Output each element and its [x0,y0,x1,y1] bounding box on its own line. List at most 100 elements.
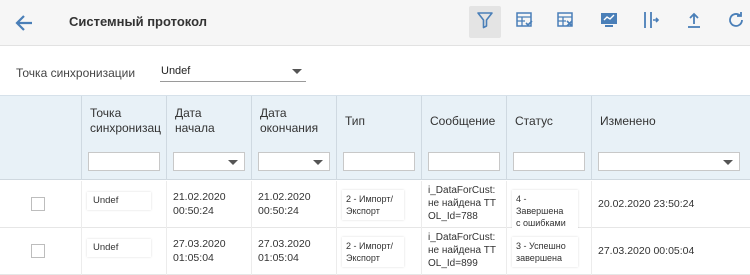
message-text: не найдена ТТ [428,198,497,209]
start-time: 00:50:24 [173,205,214,217]
filter-button[interactable] [469,6,501,38]
column-header-message[interactable]: Сообщение [422,96,507,146]
filter-type-input[interactable] [343,152,415,171]
header-label: Сообщение [430,113,496,128]
end-time: 01:05:04 [258,252,299,264]
row-checkbox[interactable] [31,244,45,258]
changed-cell: 27.03.2020 00:05:04 [592,228,750,275]
filter-cell [252,145,337,180]
column-header-status[interactable]: Статус [507,96,592,146]
upload-icon [684,10,704,35]
status-cell: 4 - Завершена с ошибками [507,181,592,232]
end-date: 21.02.2020 [258,191,311,203]
row-select-cell [0,228,82,275]
header-label: Дата [175,106,202,120]
message-text: OL_Id=788 [428,211,478,222]
start-date-cell: 27.03.2020 01:05:04 [167,228,252,275]
filter-cell [592,145,750,180]
sync-point-value: Undef [161,65,191,77]
status-chip: 4 - Завершена с ошибками [512,190,578,232]
start-date-cell: 21.02.2020 00:50:24 [167,181,252,228]
type-cell: 2 - Импорт/ Экспорт [337,181,422,228]
header-label: Изменено [600,113,656,128]
header-label: начала [175,121,215,135]
split-columns-icon [640,10,660,35]
upload-button[interactable] [678,6,710,38]
header-label: Статус [515,113,553,128]
changed-datetime: 20.02.2020 23:50:24 [598,198,695,210]
changed-cell: 20.02.2020 23:50:24 [592,181,750,228]
status-text: завершена [516,253,563,263]
filter-changed-select[interactable] [598,152,740,171]
grid-check-icon [515,10,535,35]
start-date: 21.02.2020 [173,191,226,203]
type-text: Экспорт [346,253,380,263]
type-text: 2 - Импорт/ [346,241,393,251]
row-select-cell [0,181,82,228]
refresh-icon [726,10,746,35]
header-label: окончания [260,121,319,135]
protocol-table: Точка синхронизац Дата начала Дата окончани… [0,95,750,275]
message-text: i_DataForCust: [428,232,496,243]
status-text: 4 - Завершена [516,194,564,216]
message-cell: i_DataForCust: не найдена ТТ OL_Id=788 [422,181,507,228]
export-screen-icon [599,10,619,35]
header-label: синхронизац [90,121,162,135]
page-title: Системный протокол [69,14,207,29]
type-chip: 2 - Импорт/ Экспорт [342,190,404,220]
sync-point-select[interactable]: Undef [160,62,306,82]
sync-point-cell: Undef [82,228,167,275]
type-text: Экспорт [346,206,380,216]
message-text: OL_Id=899 [428,258,478,269]
filter-status-input[interactable] [513,152,585,171]
filter-cell [82,145,167,180]
message-cell: i_DataForCust: не найдена ТТ OL_Id=899 [422,228,507,275]
filter-message-input[interactable] [428,152,500,171]
status-cell: 3 - Успешно завершена [507,228,592,275]
column-header-start-date[interactable]: Дата начала [167,96,252,146]
filter-row [0,145,750,180]
table-row[interactable]: Undef 27.03.2020 01:05:04 27.03.2020 01:… [0,228,750,275]
filter-cell [337,145,422,180]
column-header-sync-point[interactable]: Точка синхронизац [82,96,167,146]
filter-start-date-select[interactable] [173,152,245,171]
end-date-cell: 27.03.2020 01:05:04 [252,228,337,275]
split-columns-button[interactable] [634,6,666,38]
grid-check-button[interactable] [509,6,541,38]
sync-point-cell: Undef [82,181,167,228]
filter-sync-point-input[interactable] [88,152,160,171]
column-header-end-date[interactable]: Дата окончания [252,96,337,146]
chevron-down-icon [313,160,323,165]
grid-remove-icon [556,10,576,35]
column-header-type[interactable]: Тип [337,96,422,146]
table-header: Точка синхронизац Дата начала Дата окончани… [0,95,750,146]
filter-icon [475,10,495,35]
sync-point-chip: Undef [87,192,151,210]
header-bar: Системный протокол [0,0,750,46]
start-date: 27.03.2020 [173,238,226,250]
select-column-header [0,96,82,146]
status-text: 3 - Успешно [516,241,566,251]
chevron-down-icon [292,69,302,74]
chevron-down-icon [723,160,733,165]
row-checkbox[interactable] [31,197,45,211]
message-text: не найдена ТТ [428,245,497,256]
column-header-changed[interactable]: Изменено [592,96,750,146]
filter-cell [422,145,507,180]
header-label: Тип [345,113,366,128]
type-cell: 2 - Импорт/ Экспорт [337,228,422,275]
table-row[interactable]: Undef 21.02.2020 00:50:24 21.02.2020 00:… [0,181,750,232]
header-label: Дата [260,106,287,120]
filter-cell-empty [0,145,82,180]
type-chip: 2 - Импорт/ Экспорт [342,237,404,267]
grid-remove-button[interactable] [550,6,582,38]
refresh-button[interactable] [720,6,750,38]
filter-cell [507,145,592,180]
chevron-down-icon [228,160,238,165]
start-time: 01:05:04 [173,252,214,264]
export-screen-button[interactable] [593,6,625,38]
end-date: 27.03.2020 [258,238,311,250]
back-arrow-icon[interactable] [13,12,35,34]
filter-end-date-select[interactable] [258,152,330,171]
filter-cell [167,145,252,180]
